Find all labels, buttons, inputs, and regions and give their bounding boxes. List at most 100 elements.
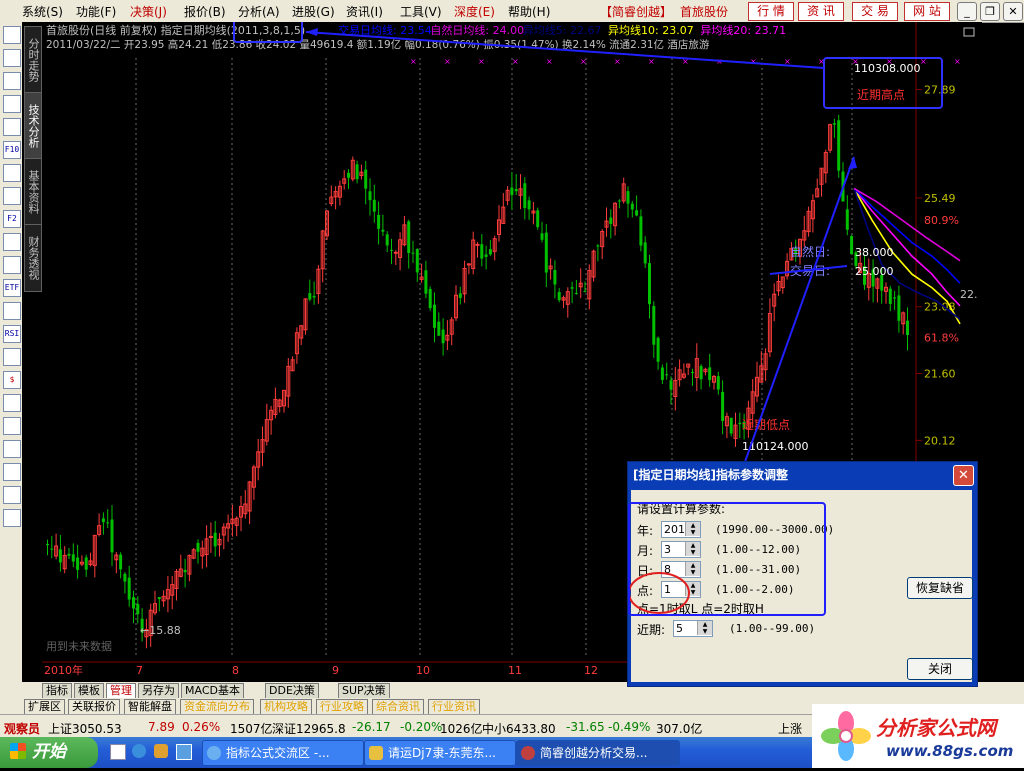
- menu-item-5[interactable]: 进股(G): [292, 3, 335, 20]
- tab-technical[interactable]: 技术分析: [24, 92, 42, 160]
- minimize-button[interactable]: _: [957, 2, 977, 21]
- ext-tab-1[interactable]: 关联报价: [68, 699, 120, 715]
- ext-tab-2[interactable]: 智能解盘: [124, 699, 176, 715]
- quote-button[interactable]: 行 情: [748, 2, 794, 21]
- grid-icon[interactable]: [3, 49, 21, 67]
- candle-body: [119, 554, 123, 570]
- f2-icon[interactable]: F2: [3, 210, 21, 228]
- arrow-up-icon[interactable]: [3, 486, 21, 504]
- ticker-tail: 上涨: [778, 722, 803, 736]
- f10b-icon[interactable]: [3, 233, 21, 251]
- candle-body: [557, 292, 561, 301]
- ma-legend-3: 异均线10: 23.07: [608, 23, 694, 37]
- tab-financials[interactable]: 财务透视: [24, 224, 42, 292]
- quicklaunch-desktop-icon[interactable]: [176, 744, 192, 760]
- dollar-icon[interactable]: $: [3, 371, 21, 389]
- menu-item-2[interactable]: 决策(J): [130, 3, 167, 20]
- indicator-icon[interactable]: [3, 302, 21, 320]
- ma-legend-4: 异均线20: 23.71: [700, 23, 786, 37]
- etf-icon[interactable]: ETF: [3, 279, 21, 297]
- candle-body: [729, 417, 733, 434]
- ribbon-tab-1[interactable]: 模板: [74, 683, 104, 699]
- candle-body: [347, 172, 350, 178]
- restore-button[interactable]: ❐: [980, 2, 1000, 21]
- task-music[interactable]: 请运Dj7隶-东莞东...: [364, 740, 516, 766]
- candle-body: [196, 542, 200, 552]
- task-forum[interactable]: 指标公式交流区 -...: [202, 740, 364, 766]
- recent-input[interactable]: [674, 621, 698, 636]
- menu-item-0[interactable]: 系统(S): [22, 3, 63, 20]
- spin-down-icon[interactable]: ▼: [697, 628, 712, 635]
- website-button[interactable]: 网 站: [904, 2, 950, 21]
- ext-tab-0[interactable]: 扩展区: [24, 699, 65, 715]
- menu-item-6[interactable]: 资讯(I): [346, 3, 383, 20]
- refresh-icon[interactable]: [3, 348, 21, 366]
- tab-intraday[interactable]: 分时走势: [24, 26, 42, 94]
- ext-tab-4[interactable]: 机构攻略: [260, 699, 312, 715]
- candle-body: [716, 376, 720, 390]
- ext-tab-5[interactable]: 行业攻略: [316, 699, 368, 715]
- rsi-icon[interactable]: RSI: [3, 325, 21, 343]
- close-window-button[interactable]: ✕: [1003, 2, 1023, 21]
- spin-up-icon[interactable]: ▲: [697, 621, 712, 628]
- candle-body: [540, 233, 544, 240]
- highlight-box: [628, 502, 826, 616]
- menu-item-8[interactable]: 深度(E): [454, 3, 495, 20]
- f10-icon[interactable]: F10: [3, 141, 21, 159]
- candle-body: [523, 183, 527, 209]
- pen-icon[interactable]: [3, 440, 21, 458]
- stock-title: 首旅股份: [680, 5, 729, 19]
- recent-spinner[interactable]: ▲ ▼: [673, 620, 713, 637]
- ribbon-tab-4[interactable]: MACD基本: [181, 683, 244, 699]
- candle-body: [660, 367, 664, 380]
- export-icon[interactable]: [3, 417, 21, 435]
- ribbon-tab-3[interactable]: 另存为: [138, 683, 179, 699]
- ribbon-tab-2[interactable]: 管理: [106, 683, 136, 699]
- ext-tab-3[interactable]: 资金流向分布: [180, 699, 254, 715]
- menu-item-1[interactable]: 功能(F): [76, 3, 116, 20]
- settings-icon[interactable]: [3, 463, 21, 481]
- ext-tab-7[interactable]: 行业资讯: [428, 699, 480, 715]
- trade-button[interactable]: 交 易: [852, 2, 898, 21]
- ticker-label[interactable]: 观察员: [4, 720, 40, 737]
- trading-days-value: 25.000: [855, 265, 894, 278]
- line-chart-icon[interactable]: [3, 72, 21, 90]
- arrow-down-icon[interactable]: [3, 509, 21, 527]
- menu-item-4[interactable]: 分析(A): [238, 3, 280, 20]
- candle-body: [897, 295, 901, 321]
- eraser-icon[interactable]: [3, 394, 21, 412]
- signal-marker: ×: [648, 57, 655, 66]
- quicklaunch-media-icon[interactable]: [154, 744, 168, 758]
- candle-body: [837, 120, 841, 171]
- menu-item-9[interactable]: 帮助(H): [508, 3, 550, 20]
- menu-item-3[interactable]: 报价(B): [184, 3, 226, 20]
- report-icon[interactable]: [3, 187, 21, 205]
- candle-body: [574, 293, 578, 295]
- signal-marker: ×: [410, 57, 417, 66]
- x-tick-label: 7: [136, 664, 143, 677]
- quicklaunch-icon[interactable]: [110, 744, 126, 760]
- fi-icon[interactable]: [3, 164, 21, 182]
- candle-body: [639, 216, 643, 246]
- table-icon[interactable]: [3, 118, 21, 136]
- task-app[interactable]: 简睿创越分析交易...: [516, 740, 680, 766]
- search-icon[interactable]: [3, 256, 21, 274]
- restore-default-button[interactable]: 恢复缺省: [907, 577, 973, 599]
- candle-body: [570, 287, 574, 289]
- candle-body: [50, 548, 54, 550]
- news-button[interactable]: 资 讯: [798, 2, 844, 21]
- ribbon-tab-6[interactable]: SUP决策: [338, 683, 390, 699]
- ribbon-tab-0[interactable]: 指标: [42, 683, 72, 699]
- candle-body: [377, 214, 381, 229]
- quicklaunch-ie-icon[interactable]: [132, 744, 146, 758]
- dialog-close-button[interactable]: ✕: [953, 465, 974, 486]
- dialog-close-bottom-button[interactable]: 关闭: [907, 658, 973, 680]
- ext-tab-6[interactable]: 综合资讯: [372, 699, 424, 715]
- tab-fundamentals[interactable]: 基本资料: [24, 158, 42, 226]
- menu-item-7[interactable]: 工具(V): [400, 3, 442, 20]
- candle-icon[interactable]: [3, 95, 21, 113]
- ribbon-tab-5[interactable]: DDE决策: [265, 683, 319, 699]
- natural-days-value: 38.000: [855, 246, 894, 259]
- list-icon[interactable]: [3, 26, 21, 44]
- start-button[interactable]: 开始: [0, 737, 98, 768]
